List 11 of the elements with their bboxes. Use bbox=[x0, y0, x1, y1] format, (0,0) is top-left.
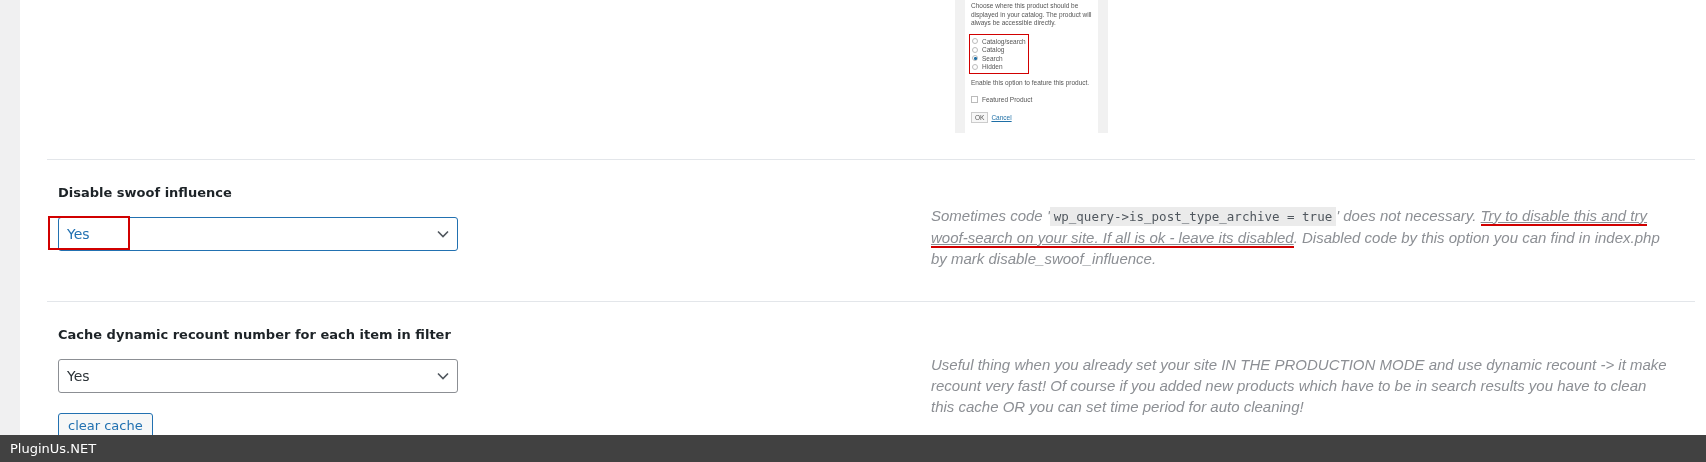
setting-description: Sometimes code ' wp_query->is_post_type_archive = true ' does not necessary. Try to disable this and try woof-search on your site. If all is ok - leave its disabled. Disabled code by this option you can find in index.php by mark disable_swoof_influence. bbox=[931, 206, 1661, 269]
setting-description: Useful thing when you already set your site IN THE PRODUCTION MODE and use dynamic recount -> it make recount very fast! Of course if you added new products which have to be in search results you have to clean this cache OR you can set time period for auto cleaning! bbox=[931, 355, 1668, 417]
chevron-down-icon bbox=[437, 230, 449, 238]
select-field[interactable]: Yes bbox=[58, 217, 458, 251]
checkbox[interactable] bbox=[971, 96, 978, 104]
setting-label: Cache dynamic recount number for each item in filter bbox=[58, 326, 452, 344]
setting-label: Disable swoof influence bbox=[58, 184, 233, 202]
chevron-down-icon bbox=[437, 372, 449, 380]
radio-button[interactable] bbox=[972, 55, 978, 62]
select-field[interactable]: Yes bbox=[58, 359, 458, 393]
footer-brand: PluginUs.NET bbox=[10, 441, 97, 456]
